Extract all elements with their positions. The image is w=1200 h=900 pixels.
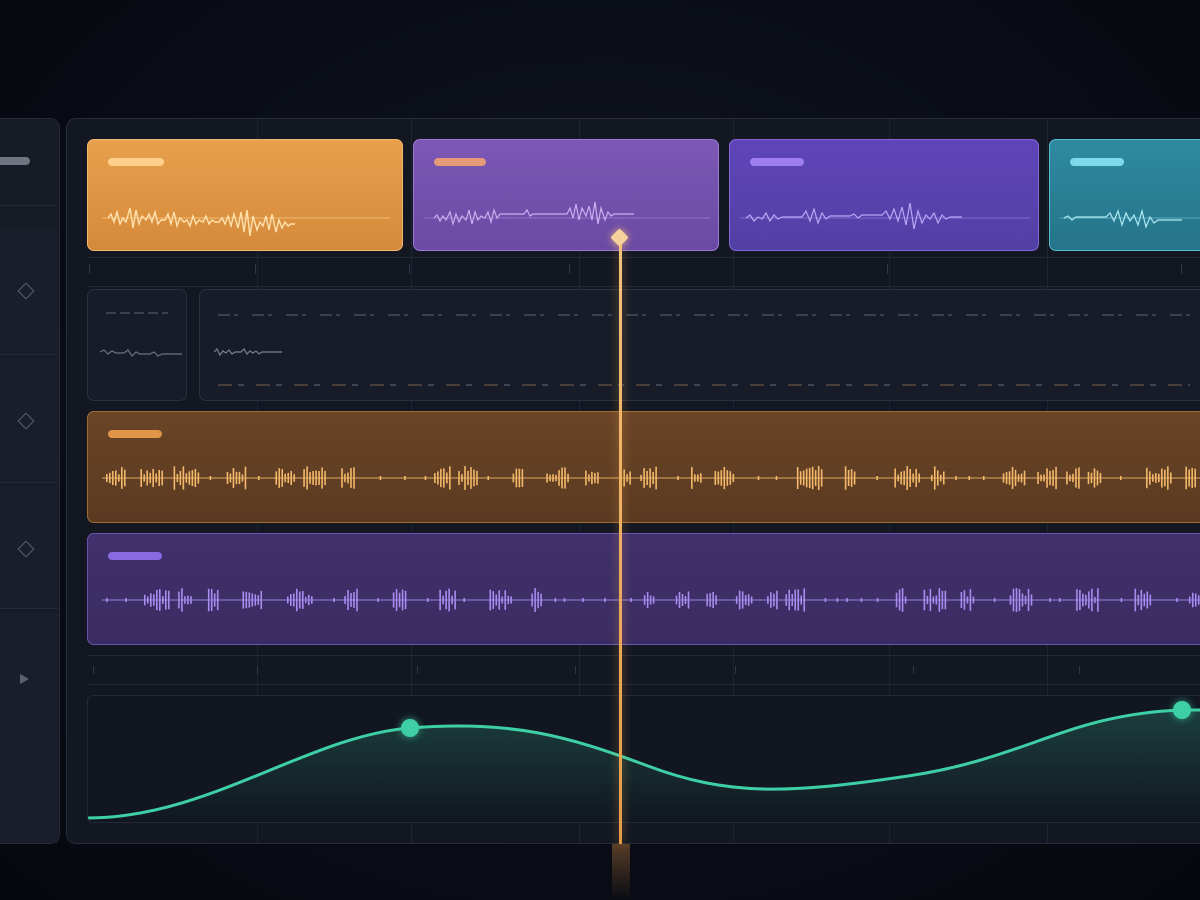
automation-point[interactable] [1173, 701, 1191, 719]
ruler-tick [569, 264, 570, 274]
ruler-tick [913, 666, 914, 674]
clip-teal[interactable] [1049, 139, 1200, 251]
track-header-3[interactable] [0, 487, 58, 609]
waveform [1060, 208, 1200, 229]
clip-violet[interactable] [729, 139, 1039, 251]
diamond-icon[interactable] [17, 540, 35, 558]
time-ruler[interactable] [87, 257, 1200, 287]
ruler-tick [1181, 264, 1182, 274]
track-header-automation[interactable] [0, 613, 58, 843]
play-icon[interactable] [20, 674, 29, 684]
ruler-tick [735, 666, 736, 674]
mini-waveform [100, 349, 182, 357]
mini-waveform [214, 347, 282, 357]
ruler-tick [1079, 666, 1080, 674]
ruler-tick [575, 666, 576, 674]
clip-purple[interactable] [413, 139, 719, 251]
waveform [102, 207, 390, 237]
diamond-icon[interactable] [17, 412, 35, 430]
rail-collapse-handle[interactable] [0, 157, 30, 165]
playhead-glow [612, 844, 630, 900]
dash-row [218, 314, 1190, 316]
diamond-icon[interactable] [17, 282, 35, 300]
clip-small[interactable] [87, 289, 187, 401]
automation-curve [88, 708, 1200, 822]
automation-point[interactable] [401, 719, 419, 737]
clip-notes[interactable] [199, 289, 1200, 401]
timeline-panel [66, 118, 1200, 844]
waveform [424, 201, 710, 227]
dash-row [218, 384, 1190, 386]
track-header-1[interactable] [0, 229, 58, 355]
ruler-tick [417, 666, 418, 674]
automation-ruler[interactable] [87, 655, 1200, 685]
dash-row [106, 312, 168, 314]
ruler-tick [255, 264, 256, 274]
waveform [102, 588, 1200, 612]
track-header-2[interactable] [0, 359, 58, 483]
ruler-tick [89, 264, 90, 274]
clip-orange[interactable] [87, 139, 403, 251]
ruler-tick [257, 666, 258, 674]
ruler-tick [93, 666, 94, 674]
track-header-rail [0, 118, 60, 844]
ruler-tick [887, 264, 888, 274]
waveform [102, 466, 1200, 490]
ruler-tick [409, 264, 410, 274]
waveform [740, 202, 1030, 230]
track-purple-audio[interactable] [87, 533, 1200, 645]
automation-lane[interactable] [87, 695, 1200, 823]
rail-header [0, 119, 58, 206]
track-orange-audio[interactable] [87, 411, 1200, 523]
playhead-line[interactable] [619, 238, 622, 844]
